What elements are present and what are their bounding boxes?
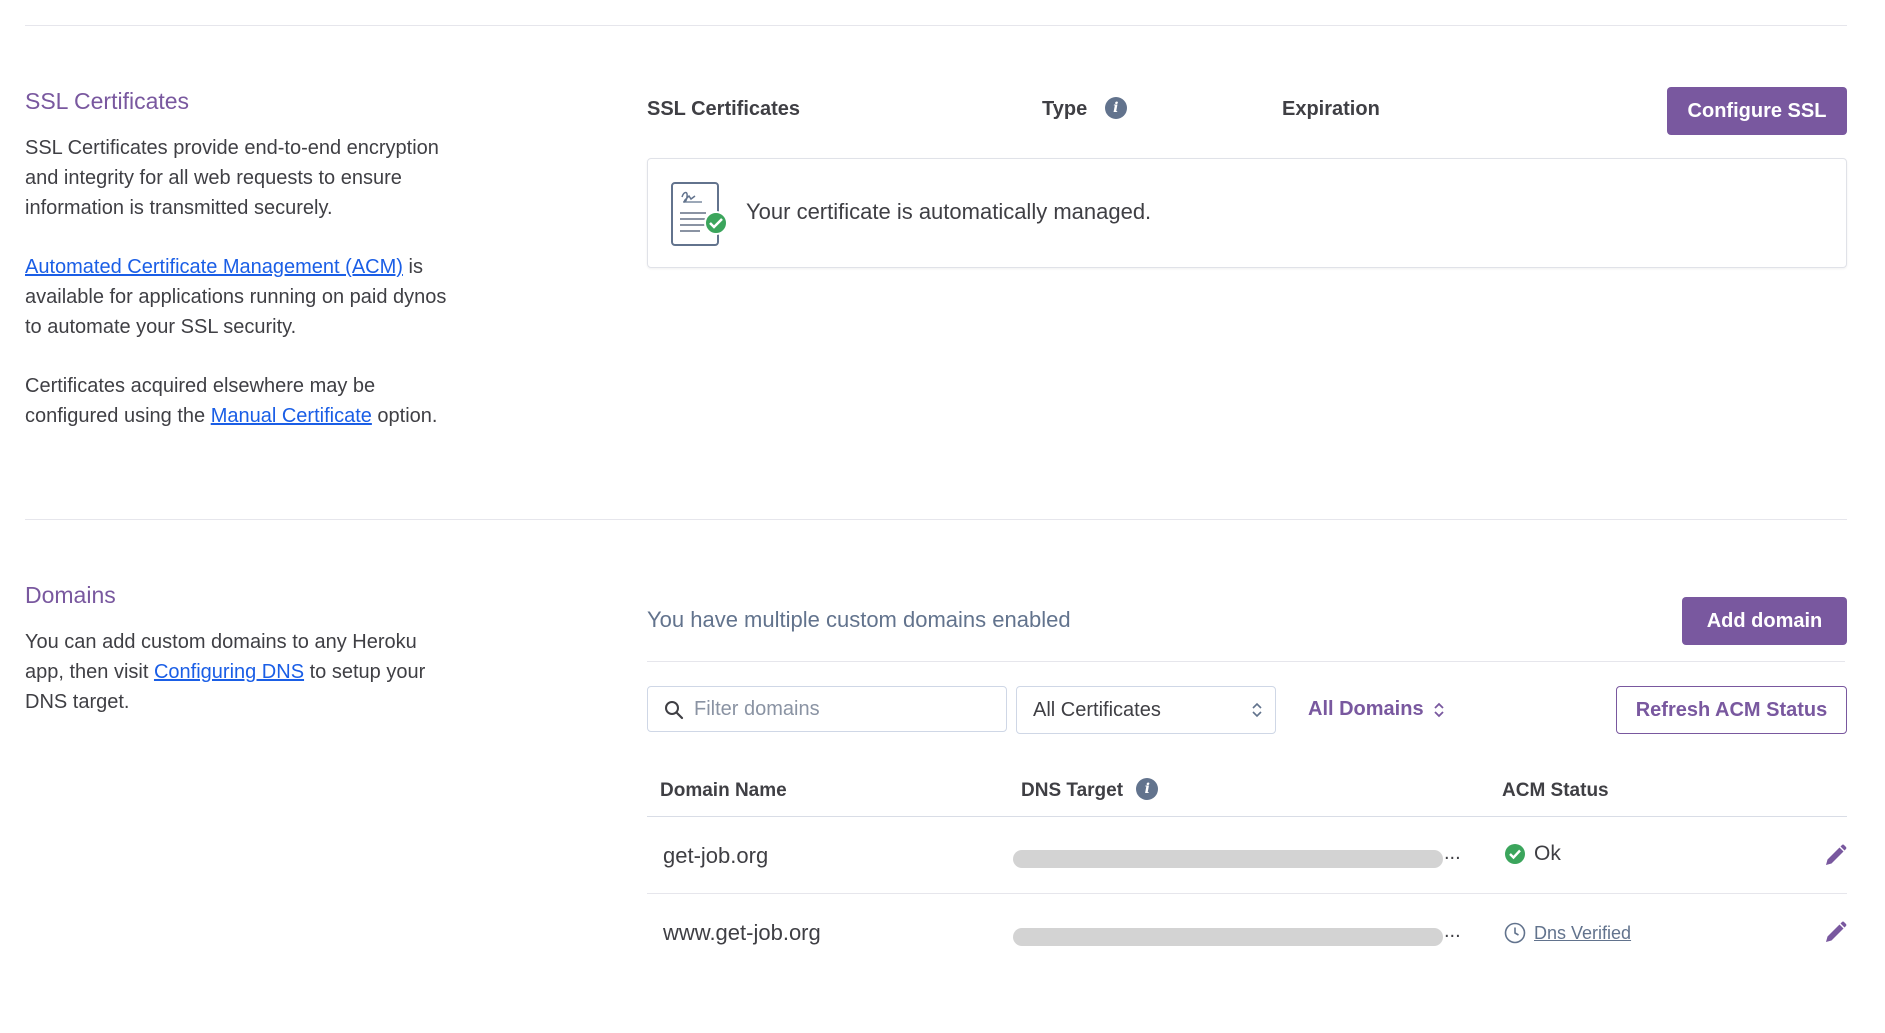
ssl-desc-paragraph-3: Certificates acquired elsewhere may be c… <box>25 371 455 431</box>
domains-section-title: Domains <box>25 582 116 608</box>
filter-domains-placeholder: Filter domains <box>694 698 820 720</box>
certificates-select[interactable]: All Certificates <box>1016 686 1276 734</box>
domains-toolbar-divider <box>647 661 1845 662</box>
certificate-status-box: Your certificate is automatically manage… <box>647 158 1847 268</box>
ssl-description: SSL Certificates provide end-to-end encr… <box>25 133 455 460</box>
section-divider <box>25 519 1847 520</box>
acm-status: Ok <box>1504 842 1561 866</box>
ssl-col-type: Type i <box>1042 96 1127 121</box>
dns-target-ellipsis: ... <box>1444 920 1461 942</box>
dns-target-redacted <box>1013 850 1443 868</box>
domain-name-cell: get-job.org <box>663 843 769 868</box>
all-domains-filter[interactable]: All Domains <box>1308 698 1445 721</box>
col-domain-name: Domain Name <box>660 780 787 801</box>
info-icon[interactable]: i <box>1104 96 1127 119</box>
check-circle-icon <box>1505 844 1525 864</box>
acm-status-link[interactable]: Dns Verified <box>1504 922 1631 944</box>
edit-pencil-icon[interactable] <box>1822 920 1848 946</box>
ssl-desc-paragraph-1: SSL Certificates provide end-to-end encr… <box>25 137 439 219</box>
filter-domains-input[interactable]: Filter domains <box>647 686 1007 732</box>
sort-arrows-icon <box>1252 702 1262 718</box>
ssl-section-title: SSL Certificates <box>25 88 190 114</box>
manual-desc-post: option. <box>371 405 438 427</box>
refresh-acm-status-button[interactable]: Refresh ACM Status <box>1616 686 1847 734</box>
configure-ssl-button[interactable]: Configure SSL <box>1667 87 1847 135</box>
chevron-updown-icon <box>1434 702 1444 717</box>
managed-certificate-text: Your certificate is automatically manage… <box>746 199 1152 224</box>
ssl-desc-paragraph-2: Automated Certificate Management (ACM) i… <box>25 252 455 342</box>
add-domain-button[interactable]: Add domain <box>1682 597 1847 645</box>
ssl-col-expiration: Expiration <box>1282 98 1380 120</box>
certificate-icon <box>671 182 728 246</box>
col-acm-status: ACM Status <box>1502 780 1609 801</box>
multiple-domains-text: You have multiple custom domains enabled <box>647 607 1071 632</box>
edit-pencil-icon[interactable] <box>1822 843 1848 869</box>
acm-status-text: Ok <box>1534 842 1561 865</box>
col-dns-target-label: DNS Target <box>1021 780 1124 801</box>
acm-status-text: Dns Verified <box>1534 922 1632 943</box>
acm-link[interactable]: Automated Certificate Management (ACM) <box>25 256 403 278</box>
row-divider <box>647 893 1847 894</box>
col-dns-target: DNS Target i <box>1021 777 1159 802</box>
dns-target-ellipsis: ... <box>1444 842 1461 864</box>
configuring-dns-link[interactable]: Configuring DNS <box>154 661 304 683</box>
ssl-col-type-label: Type <box>1042 98 1088 120</box>
table-header-divider <box>647 816 1847 817</box>
ssl-col-certificates: SSL Certificates <box>647 98 801 120</box>
clock-icon <box>1504 922 1526 944</box>
top-divider <box>25 25 1847 26</box>
info-icon[interactable]: i <box>1136 777 1159 800</box>
all-domains-label: All Domains <box>1308 698 1424 720</box>
dns-target-redacted <box>1013 928 1443 946</box>
search-icon <box>665 701 684 720</box>
domain-name-cell: www.get-job.org <box>663 920 821 945</box>
domains-description: You can add custom domains to any Heroku… <box>25 627 455 746</box>
domains-desc-paragraph: You can add custom domains to any Heroku… <box>25 627 455 717</box>
certificates-select-value: All Certificates <box>1033 699 1161 721</box>
manual-certificate-link[interactable]: Manual Certificate <box>211 405 372 427</box>
